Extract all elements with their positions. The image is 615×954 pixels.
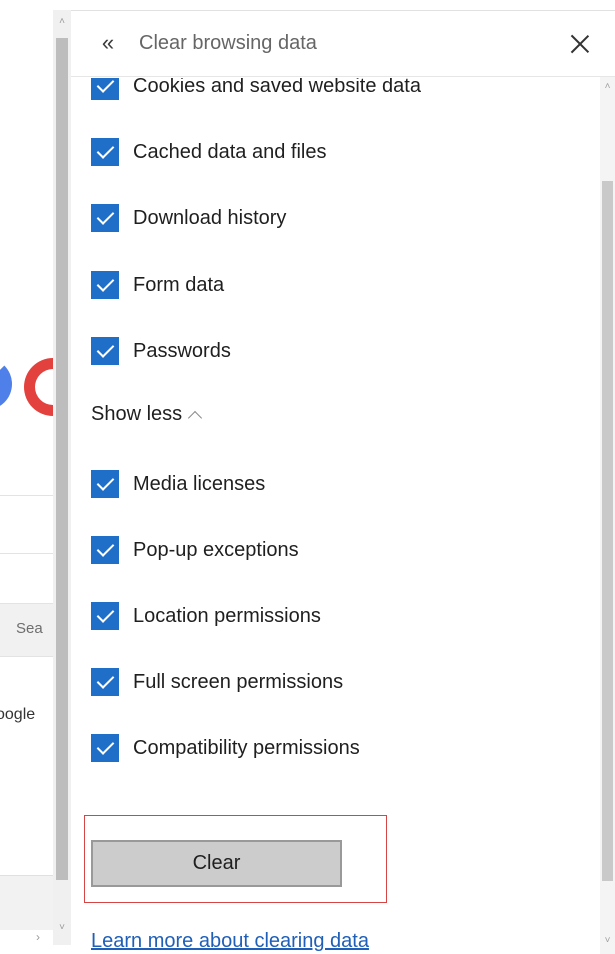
option-compatibility-permissions[interactable]: Compatibility permissions	[91, 733, 360, 763]
scroll-down-arrow-icon[interactable]: ˅	[53, 922, 71, 933]
checkbox-checked[interactable]	[91, 470, 119, 498]
double-chevron-left-icon[interactable]: «	[95, 29, 121, 57]
page-search-placeholder: Sea	[16, 620, 43, 637]
scroll-right-arrow-icon[interactable]: ›	[36, 930, 40, 944]
option-popup-exceptions[interactable]: Pop-up exceptions	[91, 535, 299, 565]
clear-button[interactable]: Clear	[91, 840, 342, 887]
checkbox-checked[interactable]	[91, 271, 119, 299]
option-passwords[interactable]: Passwords	[91, 336, 231, 366]
pane-vertical-scrollbar[interactable]: ˄ ˅	[600, 77, 615, 954]
checkbox-checked[interactable]	[91, 734, 119, 762]
pane-header: « Clear browsing data	[71, 11, 615, 77]
checkbox-checked[interactable]	[91, 204, 119, 232]
option-label: Download history	[133, 206, 287, 229]
option-media-licenses[interactable]: Media licenses	[91, 469, 265, 499]
checkbox-checked[interactable]	[91, 138, 119, 166]
clear-browsing-data-pane: « Clear browsing data Cookies and saved …	[71, 10, 615, 954]
option-label: Full screen permissions	[133, 670, 344, 693]
checkbox-checked[interactable]	[91, 78, 119, 100]
checkbox-checked[interactable]	[91, 337, 119, 365]
scroll-up-arrow-icon[interactable]: ˄	[600, 81, 615, 92]
option-label: Pop-up exceptions	[133, 538, 299, 561]
option-label: Location permissions	[133, 604, 321, 627]
option-cached-data[interactable]: Cached data and files	[91, 137, 326, 167]
option-label: Passwords	[133, 339, 231, 362]
option-full-screen-permissions[interactable]: Full screen permissions	[91, 667, 343, 697]
option-label: Cookies and saved website data	[133, 78, 421, 97]
pane-title: Clear browsing data	[139, 32, 317, 54]
show-less-toggle[interactable]: Show less	[91, 403, 203, 426]
option-form-data[interactable]: Form data	[91, 270, 224, 300]
option-label: Compatibility permissions	[133, 736, 360, 759]
scrollbar-thumb[interactable]	[602, 181, 613, 881]
checkbox-checked[interactable]	[91, 668, 119, 696]
checkbox-checked[interactable]	[91, 536, 119, 564]
option-location-permissions[interactable]: Location permissions	[91, 601, 321, 631]
option-label: Media licenses	[133, 472, 266, 495]
chevron-up-icon	[188, 410, 203, 425]
checkbox-checked[interactable]	[91, 602, 119, 630]
option-label: Cached data and files	[133, 140, 327, 163]
learn-more-link[interactable]: Learn more about clearing data	[91, 930, 369, 953]
option-cookies[interactable]: Cookies and saved website data	[91, 78, 421, 101]
scroll-down-arrow-icon[interactable]: ˅	[600, 935, 615, 946]
close-icon[interactable]	[565, 29, 595, 59]
option-download-history[interactable]: Download history	[91, 203, 286, 233]
show-less-label: Show less	[91, 403, 183, 425]
page-vertical-scrollbar[interactable]: ˄ ˅	[53, 10, 71, 945]
scroll-up-arrow-icon[interactable]: ˄	[53, 16, 71, 27]
scrollbar-thumb[interactable]	[56, 38, 68, 880]
option-label: Form data	[133, 273, 225, 296]
pane-body: Cookies and saved website data Cached da…	[71, 78, 601, 954]
page-google-text: oogle	[0, 706, 36, 723]
